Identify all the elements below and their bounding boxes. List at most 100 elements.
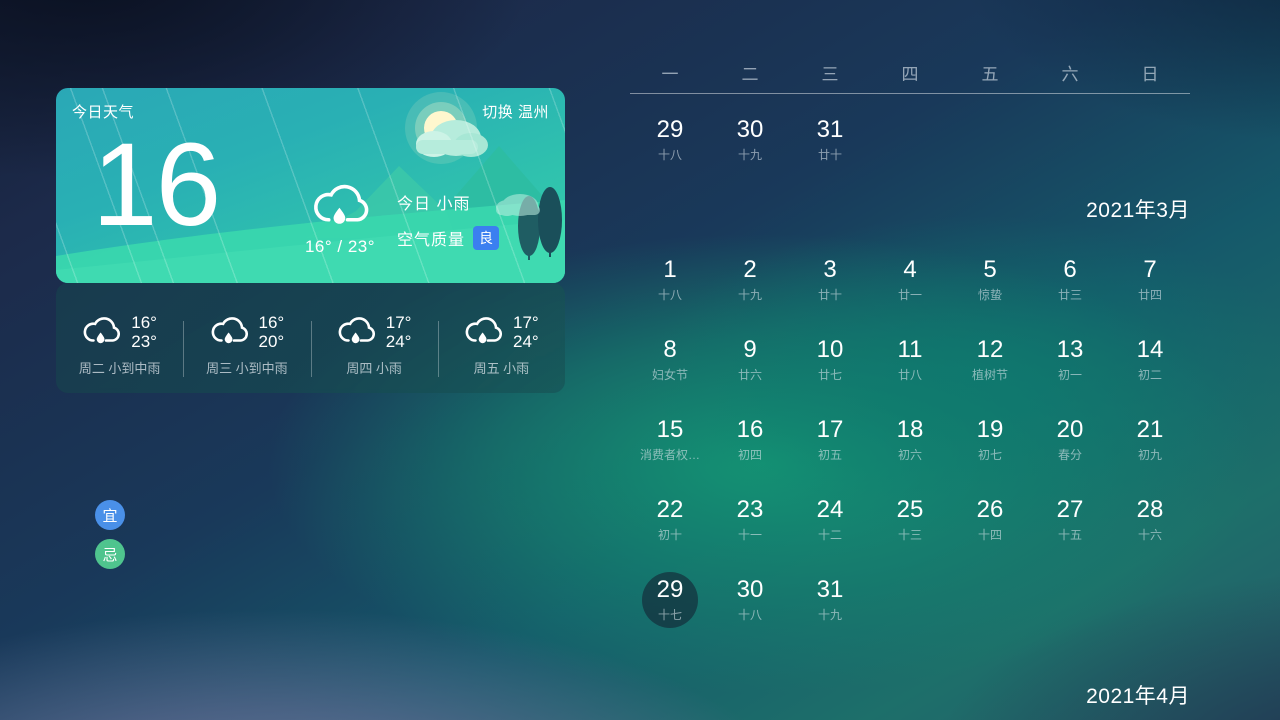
day-number: 11: [897, 335, 923, 363]
forecast-high: 17°: [513, 312, 539, 332]
day-cell[interactable]: 30 十八: [710, 560, 790, 640]
day-lunar-label: 十九: [737, 148, 762, 163]
day-lunar-label: 十六: [1137, 528, 1162, 543]
day-lunar-label: 廿三: [1057, 288, 1082, 303]
day-cell-selected[interactable]: 29 十七: [630, 560, 710, 640]
day-lunar-label: 十九: [817, 608, 842, 623]
day-cell[interactable]: 2 十九: [710, 240, 790, 320]
day-number: 2: [743, 255, 757, 283]
day-cell[interactable]: 4 廿一: [870, 240, 950, 320]
day-cell[interactable]: 1 十八: [630, 240, 710, 320]
day-cell[interactable]: 12 植树节: [950, 320, 1030, 400]
day-cell[interactable]: 13 初一: [1030, 320, 1110, 400]
day-cell[interactable]: 31 十九: [790, 560, 870, 640]
day-cell[interactable]: 18 初六: [870, 400, 950, 480]
weekday-thu: 四: [901, 65, 919, 84]
day-lunar-label: 十八: [657, 148, 682, 163]
day-cell[interactable]: 5 惊蛰: [950, 240, 1030, 320]
day-number: 24: [816, 495, 844, 523]
day-number: 3: [823, 255, 837, 283]
forecast-day-3[interactable]: 17° 24° 周五 小雨: [437, 312, 565, 378]
weekday-header-row: 一 二 三 四 五 六 日: [630, 60, 1230, 93]
forecast-day-0[interactable]: 16° 23° 周二 小到中雨: [56, 313, 183, 377]
day-lunar-label: 惊蛰: [977, 288, 1002, 303]
day-cell[interactable]: 7 廿四: [1110, 240, 1190, 320]
day-number: 17: [816, 415, 844, 443]
day-lunar-label: 廿十: [817, 148, 842, 163]
day-cell[interactable]: 16 初四: [710, 400, 790, 480]
city-switch-control[interactable]: 切换 温州: [482, 101, 549, 122]
almanac-yi-button[interactable]: 宜: [95, 500, 125, 530]
day-cell[interactable]: 3 廿十: [790, 240, 870, 320]
day-cell[interactable]: 21 初九: [1110, 400, 1190, 480]
day-number: 28: [1136, 495, 1164, 523]
forecast-high: 16°: [131, 312, 157, 332]
current-temperature: 16: [92, 119, 221, 251]
day-cell[interactable]: 26 十四: [950, 480, 1030, 560]
day-cell[interactable]: 6 廿三: [1030, 240, 1110, 320]
day-number: 30: [736, 115, 764, 143]
day-lunar-label: 植树节: [971, 368, 1008, 383]
almanac-ji-button[interactable]: 忌: [95, 539, 125, 569]
day-number: 18: [896, 415, 924, 443]
day-cell[interactable]: 27 十五: [1030, 480, 1110, 560]
day-number: 25: [896, 495, 924, 523]
calendar-week-row: 15 消费者权… 16 初四 17 初五 18 初六 19 初七 20 春分 21 初九: [630, 400, 1230, 480]
day-lunar-label: 十三: [897, 528, 922, 543]
day-number: 15: [656, 415, 684, 443]
current-month-label: 2021年3月: [1086, 199, 1190, 222]
day-cell[interactable]: 14 初二: [1110, 320, 1190, 400]
day-cell[interactable]: 15 消费者权…: [630, 400, 710, 480]
day-lunar-label: 十八: [657, 288, 682, 303]
day-cell[interactable]: 9 廿六: [710, 320, 790, 400]
day-cell[interactable]: 8 妇女节: [630, 320, 710, 400]
day-number: 7: [1143, 255, 1157, 283]
weather-forecast-panel: 16° 23° 周二 小到中雨 16° 20° 周三 小到中雨 17° 24° …: [56, 283, 565, 393]
day-cell[interactable]: 31 廿十: [790, 100, 870, 180]
day-number: 10: [816, 335, 844, 363]
day-number: 6: [1063, 255, 1077, 283]
calendar-week-row: 29 十七 30 十八 31 十九: [630, 560, 1230, 640]
forecast-high: 16°: [258, 312, 285, 332]
day-cell[interactable]: 25 十三: [870, 480, 950, 560]
day-cell[interactable]: 22 初十: [630, 480, 710, 560]
day-lunar-label: 廿八: [897, 368, 922, 383]
day-cell[interactable]: 29 十八: [630, 100, 710, 180]
calendar-panel: 一 二 三 四 五 六 日 29 十八 30 十九 31 廿十 2021年3月 1 十八…: [630, 60, 1230, 640]
forecast-low: 20°: [258, 332, 285, 351]
day-lunar-label: 廿四: [1137, 288, 1162, 303]
day-cell[interactable]: 20 春分: [1030, 400, 1110, 480]
weather-widget[interactable]: 16° 23° 周二 小到中雨 16° 20° 周三 小到中雨 17° 24° …: [56, 88, 565, 393]
forecast-day-2[interactable]: 17° 24° 周四 小雨: [310, 313, 438, 378]
day-cell[interactable]: 28 十六: [1110, 480, 1190, 560]
rain-cloud-icon: [82, 314, 121, 351]
rain-cloud-icon: [464, 314, 503, 351]
forecast-day-1[interactable]: 16° 20° 周三 小到中雨: [183, 312, 310, 378]
day-number: 21: [1136, 415, 1164, 443]
day-cell[interactable]: 19 初七: [950, 400, 1030, 480]
day-cell[interactable]: 23 十一: [710, 480, 790, 560]
day-number: 13: [1056, 335, 1084, 363]
rain-cloud-icon: [311, 184, 369, 232]
day-cell[interactable]: 11 廿八: [870, 320, 950, 400]
day-lunar-label: 十五: [1057, 528, 1082, 543]
weekday-fri: 五: [981, 65, 999, 84]
day-lunar-label: 春分: [1057, 448, 1082, 463]
today-weather-card[interactable]: 今日天气 切换 温州 16 16° / 23° 今日 小雨 空气质量 良: [56, 88, 565, 283]
day-cell[interactable]: 30 十九: [710, 100, 790, 180]
weekday-sun: 日: [1141, 65, 1159, 84]
day-number: 14: [1136, 335, 1164, 363]
day-cell-empty: [870, 560, 950, 640]
weekday-tue: 二: [741, 65, 759, 84]
calendar-week-row: 1 十八 2 十九 3 廿十 4 廿一 5 惊蛰 6 廿三 7 廿四: [630, 240, 1230, 320]
day-lunar-label: 初九: [1137, 448, 1162, 463]
day-lunar-label: 消费者权…: [639, 448, 700, 463]
day-cell[interactable]: 17 初五: [790, 400, 870, 480]
day-lunar-label: 初五: [817, 448, 842, 463]
day-cell[interactable]: 24 十二: [790, 480, 870, 560]
day-cell[interactable]: 10 廿七: [790, 320, 870, 400]
day-lunar-label: 廿七: [817, 368, 842, 383]
forecast-label: 周二 小到中雨: [78, 361, 161, 377]
day-lunar-label: 十七: [657, 608, 682, 623]
day-lunar-label: 十八: [737, 608, 762, 623]
